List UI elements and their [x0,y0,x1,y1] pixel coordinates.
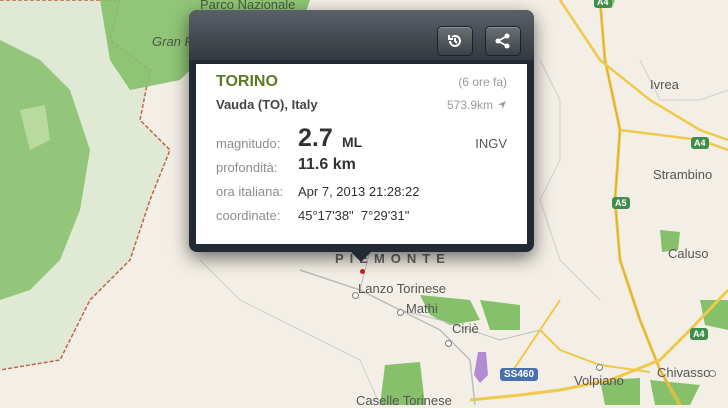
event-time-ago: (6 ore fa) [458,75,507,89]
time-label: ora italiana: [216,184,284,199]
event-place: Vauda (TO), Italy [216,97,318,112]
map-label-lanzo: Lanzo Torinese [358,281,446,296]
town-marker-chivasso [709,370,716,377]
history-icon [448,35,461,47]
magnitude-value: 2.7 [298,124,333,152]
distance-value: 573.9km [446,98,493,112]
road-shield-ss460: SS460 [500,368,539,381]
share-button[interactable] [485,26,521,56]
map-label-chivasso: Chivasso [657,365,711,380]
map-label-volpiano: Volpiano [574,373,624,388]
share-icon [495,33,510,49]
depth-value: 11.6 km [298,156,356,173]
town-marker-volpiano [596,364,603,371]
earthquake-marker[interactable] [360,269,365,274]
map-label-strambino: Strambino [653,167,713,182]
coordinates-label: coordinate: [216,208,281,223]
map-label-gran: Gran P [152,34,194,49]
highway-shield-a4-mid: A4 [691,137,709,149]
depth-label: profondità: [216,160,278,175]
map-label-cirie: Ciriè [452,321,479,336]
map-label-caluso: Caluso [668,246,709,261]
location-arrow-icon [498,101,506,109]
coordinates-value: 45°17'38" 7°29'31" [298,208,410,223]
time-value: Apr 7, 2013 21:28:22 [298,184,420,199]
data-source: INGV [475,136,507,151]
highway-shield-a4-bottom: A4 [690,328,708,340]
popup-body: TORINO (6 ore fa) Vauda (TO), Italy 573.… [196,64,527,244]
magnitude-label: magnitudo: [216,136,281,151]
history-button[interactable] [437,26,473,56]
town-marker-lanzo [352,292,359,299]
popup-header [189,10,534,60]
map-label-caselle: Caselle Torinese [356,393,452,408]
map-label-ivrea: Ivrea [650,77,679,92]
event-city: TORINO [216,73,278,90]
earthquake-info-popup: TORINO (6 ore fa) Vauda (TO), Italy 573.… [189,10,534,252]
event-distance: 573.9km [447,98,507,112]
map-label-mathi: Mathi [406,301,438,316]
magnitude-unit: ML [342,134,363,150]
highway-shield-a5: A5 [612,197,630,209]
popup-pointer [349,250,373,262]
town-marker-cirie [445,340,452,347]
town-marker-mathi [397,309,404,316]
highway-shield-a4-top: A4 [594,0,612,8]
